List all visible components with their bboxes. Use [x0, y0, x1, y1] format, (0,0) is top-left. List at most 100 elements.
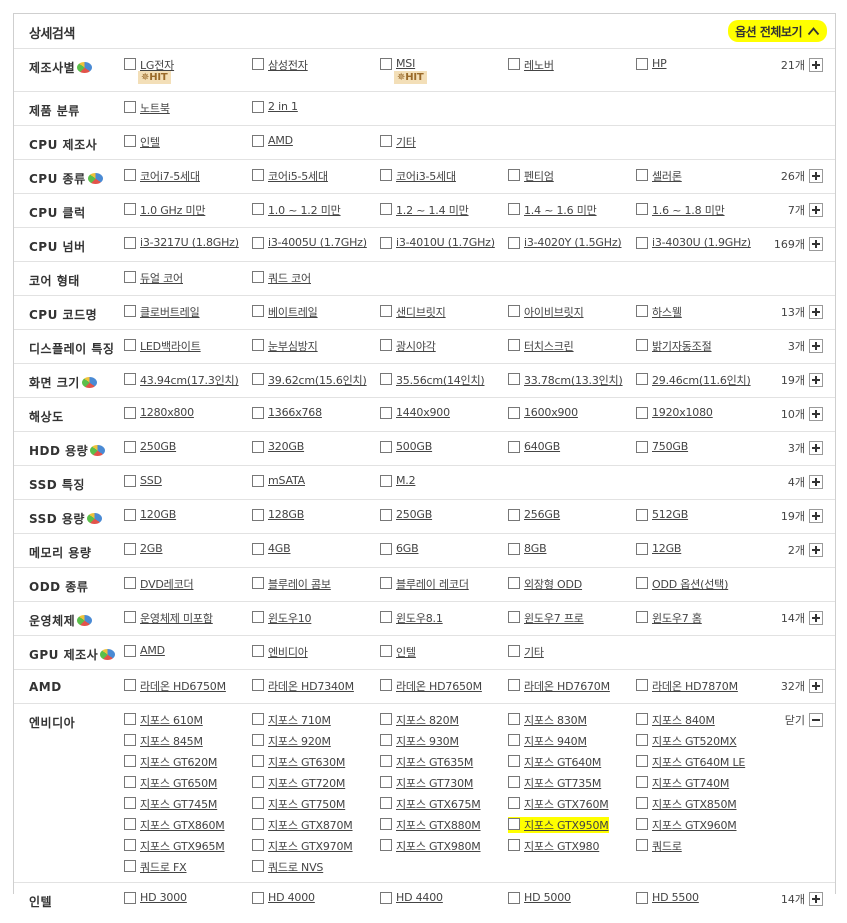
plus-icon[interactable] [809, 679, 823, 693]
filter-option[interactable]: i3-4010U (1.7GHz) [380, 236, 495, 249]
filter-option[interactable]: 광시야각 [380, 338, 436, 354]
filter-option[interactable]: 지포스 GTX970M [252, 838, 353, 854]
filter-option[interactable]: 블루레이 콤보 [252, 576, 331, 592]
filter-option[interactable]: 라데온 HD7340M [252, 678, 354, 694]
filter-option[interactable]: 지포스 GTX980 [508, 838, 599, 854]
filter-option[interactable]: 2 in 1 [252, 100, 298, 113]
filter-checkbox[interactable] [380, 679, 392, 691]
filter-option[interactable]: 256GB [508, 508, 560, 521]
filter-option[interactable]: 128GB [252, 508, 304, 521]
filter-checkbox[interactable] [508, 203, 520, 215]
filter-checkbox[interactable] [636, 373, 648, 385]
filter-checkbox[interactable] [508, 776, 520, 788]
filter-option[interactable]: 지포스 GT740M [636, 775, 729, 791]
filter-checkbox[interactable] [252, 797, 264, 809]
filter-checkbox[interactable] [252, 475, 264, 487]
filter-checkbox[interactable] [636, 818, 648, 830]
filter-option[interactable]: 1366x768 [252, 406, 322, 419]
filter-option[interactable]: 윈도우10 [252, 610, 312, 626]
filter-option[interactable]: 밝기자동조절 [636, 338, 712, 354]
filter-checkbox[interactable] [252, 203, 264, 215]
filter-option[interactable]: 쿼드로 NVS [252, 859, 323, 875]
filter-option[interactable]: 지포스 GT750M [252, 796, 345, 812]
filter-checkbox[interactable] [508, 577, 520, 589]
filter-option[interactable]: 터치스크린 [508, 338, 574, 354]
filter-checkbox[interactable] [380, 373, 392, 385]
filter-checkbox[interactable] [252, 776, 264, 788]
filter-option[interactable]: MSI ✵HIT [380, 57, 427, 84]
filter-checkbox[interactable] [124, 860, 136, 872]
filter-option[interactable]: 눈부심방지 [252, 338, 318, 354]
filter-option[interactable]: 삼성전자 [252, 57, 308, 73]
filter-checkbox[interactable] [380, 797, 392, 809]
filter-checkbox[interactable] [636, 58, 648, 70]
expand-control[interactable]: 169개 [774, 236, 823, 252]
filter-option[interactable]: 250GB [380, 508, 432, 521]
filter-option[interactable]: i3-4030U (1.9GHz) [636, 236, 751, 249]
filter-checkbox[interactable] [252, 407, 264, 419]
filter-checkbox[interactable] [124, 407, 136, 419]
filter-option[interactable]: 블루레이 레코더 [380, 576, 469, 592]
filter-checkbox[interactable] [636, 543, 648, 555]
filter-checkbox[interactable] [124, 577, 136, 589]
filter-option[interactable]: 지포스 GT730M [380, 775, 473, 791]
filter-checkbox[interactable] [636, 169, 648, 181]
filter-checkbox[interactable] [252, 339, 264, 351]
plus-icon[interactable] [809, 611, 823, 625]
filter-option[interactable]: 35.56cm(14인치) [380, 372, 485, 388]
filter-option[interactable]: 12GB [636, 542, 681, 555]
filter-checkbox[interactable] [124, 713, 136, 725]
pie-chart-icon[interactable] [100, 649, 116, 660]
filter-checkbox[interactable] [124, 58, 136, 70]
filter-checkbox[interactable] [508, 679, 520, 691]
filter-option[interactable]: AMD [124, 644, 165, 657]
plus-icon[interactable] [809, 543, 823, 557]
plus-icon[interactable] [809, 892, 823, 906]
pie-chart-icon[interactable] [90, 445, 106, 456]
filter-checkbox[interactable] [508, 755, 520, 767]
filter-option[interactable]: 지포스 845M [124, 733, 203, 749]
expand-control[interactable]: 13개 [781, 304, 823, 320]
filter-checkbox[interactable] [380, 543, 392, 555]
filter-checkbox[interactable] [380, 305, 392, 317]
filter-option[interactable]: M.2 [380, 474, 416, 487]
filter-checkbox[interactable] [380, 339, 392, 351]
filter-option[interactable]: 인텔 [380, 644, 416, 660]
filter-checkbox[interactable] [252, 271, 264, 283]
filter-option[interactable]: HD 3000 [124, 891, 187, 904]
filter-option[interactable]: HP [636, 57, 667, 70]
filter-option[interactable]: 1.0 ~ 1.2 미만 [252, 202, 341, 218]
filter-checkbox[interactable] [636, 509, 648, 521]
filter-checkbox[interactable] [508, 237, 520, 249]
filter-checkbox[interactable] [508, 892, 520, 904]
filter-option[interactable]: 1920x1080 [636, 406, 713, 419]
filter-checkbox[interactable] [380, 776, 392, 788]
filter-option[interactable]: 250GB [124, 440, 176, 453]
filter-option[interactable]: 4GB [252, 542, 291, 555]
filter-option[interactable]: 120GB [124, 508, 176, 521]
expand-control[interactable]: 4개 [788, 474, 823, 490]
filter-checkbox[interactable] [636, 755, 648, 767]
filter-option[interactable]: 지포스 GT640M LE [636, 754, 745, 770]
filter-option[interactable]: 지포스 GTX675M [380, 796, 481, 812]
filter-option[interactable]: 29.46cm(11.6인치) [636, 372, 751, 388]
filter-checkbox[interactable] [508, 373, 520, 385]
filter-checkbox[interactable] [252, 679, 264, 691]
filter-checkbox[interactable] [508, 169, 520, 181]
filter-option[interactable]: 코어i7-5세대 [124, 168, 200, 184]
filter-option[interactable]: 지포스 GTX850M [636, 796, 737, 812]
expand-control[interactable]: 7개 [788, 202, 823, 218]
filter-checkbox[interactable] [636, 734, 648, 746]
filter-checkbox[interactable] [636, 679, 648, 691]
filter-checkbox[interactable] [124, 203, 136, 215]
plus-icon[interactable] [809, 203, 823, 217]
filter-checkbox[interactable] [508, 734, 520, 746]
filter-checkbox[interactable] [252, 734, 264, 746]
filter-option[interactable]: 33.78cm(13.3인치) [508, 372, 623, 388]
filter-option[interactable]: 1.2 ~ 1.4 미만 [380, 202, 469, 218]
filter-option-highlighted[interactable]: 지포스 GTX950M [508, 817, 609, 833]
filter-checkbox[interactable] [124, 818, 136, 830]
filter-option[interactable]: 320GB [252, 440, 304, 453]
filter-checkbox[interactable] [380, 713, 392, 725]
filter-option[interactable]: 지포스 830M [508, 712, 587, 728]
